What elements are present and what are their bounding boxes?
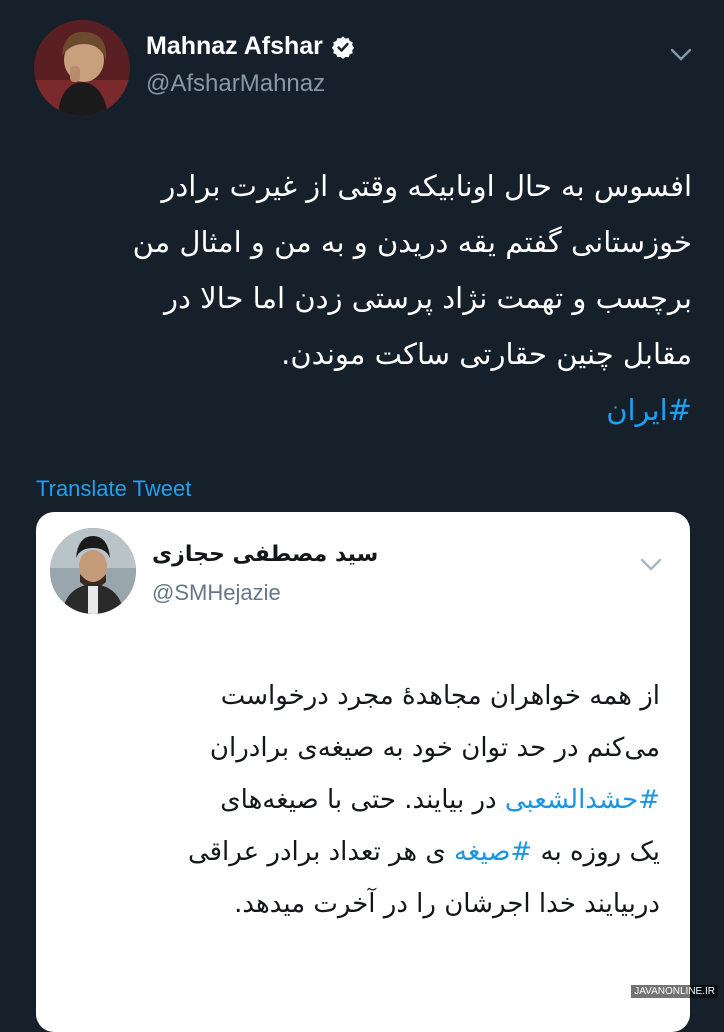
tweet-line: برچسب و تهمت نژاد پرستی زدن اما حالا در [164, 281, 692, 315]
quoted-text-segment: دربیایند خدا اجرشان را در آخرت میدهد. [234, 889, 660, 919]
quoted-tweet-text: از همه خواهران مجاهدهٔ مجرد درخواست می‌کن… [50, 670, 660, 930]
author-name-row: Mahnaz Afshar [146, 32, 355, 61]
tweet-hashtag[interactable]: #ایران [36, 382, 692, 438]
quoted-tweet-line: می‌کنم در حد توان خود به صیغه‌ی برادران [50, 722, 660, 774]
quoted-author-name[interactable]: سید مصطفی حجازی [152, 542, 378, 567]
quoted-hashtag[interactable]: #صیغه [454, 837, 532, 867]
author-name[interactable]: Mahnaz Afshar [146, 32, 323, 61]
quoted-author-handle[interactable]: @SMHejazie [152, 580, 281, 606]
author-handle[interactable]: @AfsharMahnaz [146, 70, 325, 98]
watermark: JAVANONLINE.IR [631, 985, 718, 998]
profile-photo-icon [34, 20, 130, 116]
chevron-down-icon[interactable] [640, 558, 662, 572]
tweet-text: افسوس به حال اونابیکه وقتی از غیرت برادر… [36, 158, 692, 438]
tweet-line: افسوس به حال اونابیکه وقتی از غیرت برادر [161, 169, 692, 203]
translate-tweet-link[interactable]: Translate Tweet [36, 476, 191, 502]
quoted-text-segment: ی هر تعداد برادر عراقی [187, 837, 455, 867]
quoted-tweet-line: از همه خواهران مجاهدهٔ مجرد درخواست [50, 670, 660, 722]
quoted-text-segment: یک روزه به [532, 837, 660, 867]
quoted-tweet-card[interactable]: سید مصطفی حجازی @SMHejazie از همه خواهرا… [36, 512, 690, 1032]
tweet-line: مقابل چنین حقارتی ساکت موندن. [281, 337, 692, 371]
quoted-text-segment: از همه خواهران مجاهدهٔ مجرد درخواست [220, 681, 660, 711]
quoted-author-avatar[interactable] [50, 528, 136, 614]
author-avatar[interactable] [34, 20, 130, 116]
chevron-down-icon[interactable] [670, 48, 692, 62]
quoted-tweet-line: #حشدالشعبی در بیایند. حتی با صیغه‌های [50, 774, 660, 826]
quoted-hashtag[interactable]: #حشدالشعبی [505, 785, 660, 815]
quoted-tweet-line: یک روزه به #صیغه ی هر تعداد برادر عراقی [50, 826, 660, 878]
quoted-tweet-line: دربیایند خدا اجرشان را در آخرت میدهد. [50, 878, 660, 930]
quoted-text-segment: در بیایند. حتی با صیغه‌های [220, 785, 505, 815]
verified-badge-icon [331, 36, 355, 59]
profile-photo-icon [50, 528, 136, 614]
tweet-line: خوزستانی گفتم یقه دریدن و به من و امثال … [132, 225, 692, 259]
quoted-text-segment: می‌کنم در حد توان خود به صیغه‌ی برادران [209, 733, 660, 763]
